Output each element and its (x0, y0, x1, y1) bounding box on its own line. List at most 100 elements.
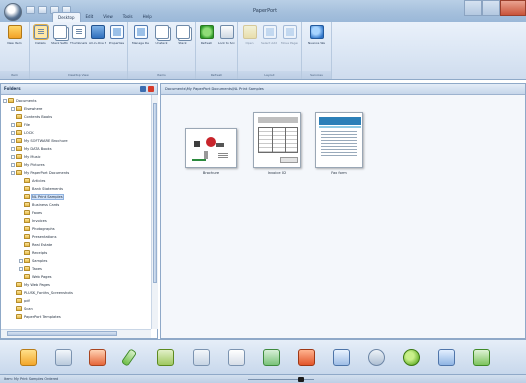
pen-icon[interactable] (120, 348, 138, 367)
folder-icon (16, 162, 22, 167)
tab-tools[interactable]: Tools (118, 12, 138, 22)
folder-tree-item[interactable]: Real Estate (19, 241, 52, 248)
folder-tree-item[interactable]: Photographs (19, 225, 55, 232)
close-button[interactable] (500, 0, 526, 16)
refresh-button[interactable]: Refresh (198, 25, 215, 45)
folder-tree-item[interactable]: My Pictures (11, 161, 45, 168)
office-icon[interactable] (298, 349, 315, 366)
select-add-pages-button[interactable]: Select Add Pages (261, 25, 278, 45)
tab-view[interactable]: View (98, 12, 118, 22)
collapse-icon[interactable] (3, 98, 7, 103)
folder-tree-item[interactable]: Contents Books (11, 113, 52, 120)
folder-tree-item[interactable]: Scan (11, 305, 33, 312)
lock-icon (219, 25, 234, 39)
expand-icon[interactable] (11, 154, 15, 159)
application-menu-button[interactable] (4, 3, 22, 21)
pin-icon[interactable] (140, 86, 146, 92)
all-in-one-search-button[interactable]: All-in-One Search (89, 25, 106, 45)
folder-tree-item[interactable]: Web Pages (19, 273, 52, 280)
manage-desktop-items-button[interactable]: Manage Desktop Items (132, 25, 149, 45)
scrollbar-thumb[interactable] (7, 331, 117, 336)
folder-tree-item[interactable]: File (11, 121, 30, 128)
folder-tree-vertical-scrollbar[interactable] (151, 95, 158, 329)
acrobat-icon[interactable] (89, 349, 106, 366)
new-item-button[interactable]: New Item (6, 25, 23, 45)
scrollbar-thumb[interactable] (153, 103, 157, 283)
close-icon[interactable] (148, 86, 154, 92)
image-editor-icon[interactable] (263, 349, 280, 366)
move-pages-button[interactable]: Move Pages (281, 25, 298, 45)
tab-edit[interactable]: Edit (81, 12, 99, 22)
zoom-slider-thumb[interactable] (297, 377, 304, 382)
folder-tree-item[interactable]: LOCK (11, 129, 34, 136)
ocr-icon[interactable] (473, 349, 490, 366)
folder-tree-item[interactable]: My Web Pages (11, 281, 50, 288)
folder-tree-item[interactable]: Documents (3, 97, 37, 104)
folder-tree-horizontal-scrollbar[interactable] (1, 329, 151, 338)
folder-tree-item[interactable]: PaperPort Templates (11, 313, 61, 320)
folder-tree-item[interactable]: PLUSK_Fonths_Screenshots (11, 289, 73, 296)
notepad-icon[interactable] (228, 349, 245, 366)
folder-tree-item[interactable]: Receipts (19, 249, 47, 256)
stack-button[interactable]: Stack (174, 25, 191, 45)
folder-tree-item[interactable]: Presentations (19, 233, 56, 240)
folder-tree-item[interactable]: Business Cards (19, 201, 59, 208)
expand-icon[interactable] (11, 130, 15, 135)
excel-icon[interactable] (157, 349, 174, 366)
expand-icon[interactable] (11, 162, 15, 167)
lock-to-screen-button[interactable]: Lock to Screen (218, 25, 235, 45)
folder-tree-item[interactable]: Taxes (19, 265, 42, 272)
folder-tree-item[interactable]: My Music (11, 153, 41, 160)
folder-tree-item[interactable]: Bank Statements (19, 185, 63, 192)
properties-button[interactable]: Properties (108, 25, 125, 45)
word-icon[interactable] (193, 349, 210, 366)
tab-help[interactable]: Help (138, 12, 157, 22)
folder-tree-item[interactable]: Faxes (19, 209, 42, 216)
maximize-button[interactable] (482, 0, 500, 16)
folder-tree-item[interactable]: My PaperPort Documents (11, 169, 69, 176)
open-button[interactable]: Open (241, 25, 258, 45)
expand-icon[interactable] (19, 258, 23, 263)
chart-icon[interactable] (438, 349, 455, 366)
collapse-icon[interactable] (11, 170, 15, 175)
thumbnail-grid: Brochure Invoice 02 Fax form (161, 94, 525, 338)
stack-settings-button[interactable]: Stack Settings (51, 25, 68, 45)
folder-tree-item[interactable]: pdf (11, 297, 30, 304)
expand-icon[interactable] (11, 146, 15, 151)
thumbnail-item-invoice[interactable]: Invoice 02 (249, 112, 305, 175)
folder-icon (24, 234, 30, 239)
folder-tree-item[interactable]: My DATA Books (11, 145, 52, 152)
expand-icon[interactable] (11, 122, 15, 127)
invoice-thumbnail[interactable] (253, 112, 301, 168)
fax-form-thumbnail[interactable] (315, 112, 363, 168)
thumbnail-item-fax-form[interactable]: Fax form (311, 112, 367, 175)
thumbnail-item-brochure[interactable]: Brochure (183, 112, 239, 175)
printer-icon[interactable] (55, 349, 72, 366)
folder-icon (16, 122, 22, 127)
folder-tree-item[interactable]: Samples (19, 257, 47, 264)
brochure-thumbnail[interactable] (185, 128, 237, 168)
folder-tree-item[interactable]: Invoices (19, 217, 47, 224)
folder-tree-item[interactable]: My SOFTWARE Brochure (11, 137, 68, 144)
nuance-website-button[interactable]: Nuance Website (308, 25, 325, 45)
add-pages-icon (262, 25, 277, 39)
unstack-button[interactable]: Unstack (153, 25, 170, 45)
expand-icon[interactable] (11, 138, 15, 143)
tools-icon[interactable] (368, 349, 385, 366)
expand-icon[interactable] (19, 266, 23, 271)
green-app-icon[interactable] (403, 349, 420, 366)
expand-icon[interactable] (11, 106, 15, 111)
folder-tree-item[interactable]: Elsewhere (11, 105, 42, 112)
details-button[interactable]: Details (32, 24, 49, 45)
paint-icon[interactable] (333, 349, 350, 366)
undo-icon[interactable] (38, 6, 47, 14)
folder-label: Contents Books (24, 114, 53, 119)
save-icon[interactable] (26, 6, 35, 14)
scanner-icon[interactable] (20, 349, 37, 366)
zoom-slider-track[interactable] (248, 379, 314, 380)
paperport-window: PaperPort Desktop Edit View Tools Help N… (0, 0, 526, 383)
thumbnails-button[interactable]: Thumbnails (70, 25, 87, 45)
folder-tree-item[interactable]: Articles (19, 177, 45, 184)
minimize-button[interactable] (464, 0, 482, 16)
folder-tree-item[interactable]: NL Print Samples (19, 193, 64, 200)
